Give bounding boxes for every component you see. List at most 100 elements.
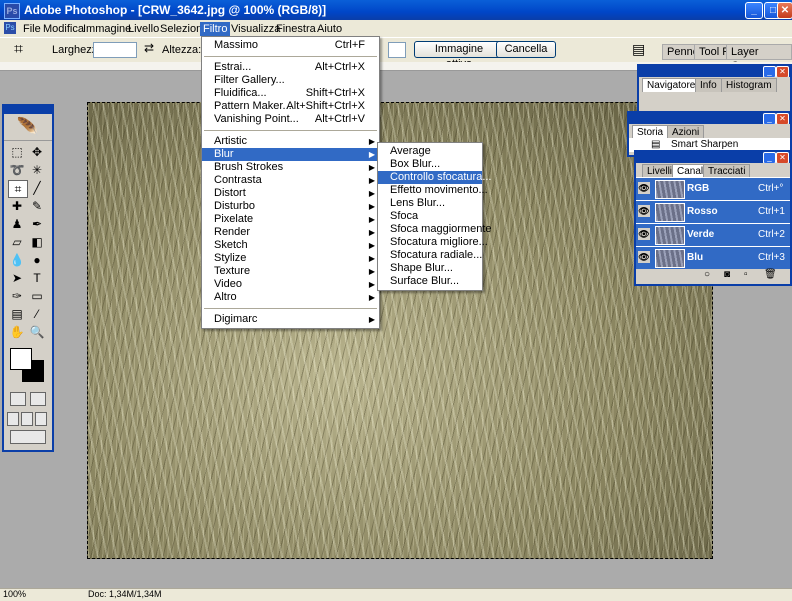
type-tool-icon[interactable]: T xyxy=(28,270,46,286)
tab-info[interactable]: Info xyxy=(695,78,722,92)
menu-item-sketch[interactable]: Sketch ▶ xyxy=(202,239,379,252)
marquee-tool-icon[interactable]: ⬚ xyxy=(8,144,26,160)
trash-icon[interactable]: 🗑 xyxy=(764,269,777,280)
toolbox-titlebar[interactable] xyxy=(4,106,52,114)
menu-item-filter-gallery[interactable]: Filter Gallery... xyxy=(202,74,379,87)
menu-item-blur[interactable]: Blur ▶ xyxy=(202,148,379,161)
menu-item-pixelate[interactable]: Pixelate ▶ xyxy=(202,213,379,226)
menu-item-massimo[interactable]: Massimo Ctrl+F xyxy=(202,39,379,52)
menu-item-surface-blur[interactable]: Surface Blur... xyxy=(378,275,482,288)
document-icon[interactable]: Ps xyxy=(4,22,16,34)
menu-item-effetto-movimento[interactable]: Effetto movimento... xyxy=(378,184,488,197)
standard-mode-icon[interactable] xyxy=(10,392,26,406)
menu-item-disturbo[interactable]: Disturbo ▶ xyxy=(202,200,379,213)
hand-tool-icon[interactable]: ✋ xyxy=(8,324,26,340)
healing-brush-tool-icon[interactable]: ✚ xyxy=(8,198,26,214)
menu-item-sfoca[interactable]: Sfoca xyxy=(378,210,482,223)
crop-tool-icon[interactable]: ⌗ xyxy=(8,180,28,198)
menu-item-box-blur[interactable]: Box Blur... xyxy=(378,158,482,171)
eyedropper-tool-icon[interactable]: ⁄ xyxy=(28,306,46,322)
minimize-button[interactable]: _ xyxy=(745,2,763,19)
menu-finestra[interactable]: Finestra xyxy=(273,22,319,36)
screen-mode-full-icon[interactable] xyxy=(35,412,47,426)
menu-item-estrai[interactable]: Estrai... Alt+Ctrl+X xyxy=(202,61,379,74)
tab-histogram[interactable]: Histogram xyxy=(721,78,777,92)
menu-item-pattern-maker[interactable]: Pattern Maker... Alt+Shift+Ctrl+X xyxy=(202,100,379,113)
screen-mode-full-menu-icon[interactable] xyxy=(21,412,33,426)
menu-item-artistic[interactable]: Artistic ▶ xyxy=(202,135,379,148)
zoom-level[interactable]: 100% xyxy=(3,589,26,599)
menu-item-contrasta[interactable]: Contrasta ▶ xyxy=(202,174,379,187)
palette-titlebar[interactable]: _ ✕ xyxy=(636,152,790,164)
brush-tool-icon[interactable]: ✎ xyxy=(28,198,46,214)
menu-item-digimarc[interactable]: Digimarc ▶ xyxy=(202,313,379,326)
tab-tracciati[interactable]: Tracciati xyxy=(703,164,751,178)
palette-tab-layer-comps[interactable]: Layer Comps xyxy=(726,44,792,72)
load-selection-icon[interactable]: ○ xyxy=(704,269,710,280)
tab-azioni[interactable]: Azioni xyxy=(667,125,705,139)
magic-wand-tool-icon[interactable]: ✳ xyxy=(28,162,46,178)
palette-titlebar[interactable]: _ ✕ xyxy=(629,113,790,125)
menu-filtro[interactable]: Filtro xyxy=(200,22,231,36)
foreground-color-swatch[interactable] xyxy=(10,348,32,370)
zoom-tool-icon[interactable]: 🔍 xyxy=(28,324,46,340)
menu-item-render[interactable]: Render ▶ xyxy=(202,226,379,239)
menu-item-average[interactable]: Average xyxy=(378,145,482,158)
palette-well-icon[interactable]: ▤ xyxy=(632,41,645,58)
channel-name: Verde xyxy=(687,229,715,240)
dodge-tool-icon[interactable]: ● xyxy=(28,252,46,268)
lasso-tool-icon[interactable]: ➰ xyxy=(8,162,26,178)
slice-tool-icon[interactable]: ╱ xyxy=(28,180,46,196)
move-tool-icon[interactable]: ✥ xyxy=(28,144,46,160)
channels-palette: _ ✕ Livelli Canali Tracciati 👁 RGB Ctrl+… xyxy=(634,150,792,286)
tab-navigatore[interactable]: Navigatore xyxy=(642,78,701,92)
front-image-button[interactable]: Immagine attiva xyxy=(414,41,504,70)
new-channel-icon[interactable]: ▫ xyxy=(744,269,748,280)
notes-tool-icon[interactable]: ▤ xyxy=(8,306,26,322)
eye-icon[interactable]: 👁 xyxy=(638,182,650,194)
menu-item-altro[interactable]: Altro ▶ xyxy=(202,291,379,304)
blur-tool-icon[interactable]: 💧 xyxy=(8,252,26,268)
menu-item-vanishing-point[interactable]: Vanishing Point... Alt+Ctrl+V xyxy=(202,113,379,126)
menu-item-controllo-sfocatura[interactable]: Controllo sfocatura... xyxy=(378,171,492,184)
photoshop-app-icon[interactable]: Ps xyxy=(4,3,20,19)
save-selection-icon[interactable]: ◙ xyxy=(724,269,730,280)
imageready-jump-icon[interactable] xyxy=(10,430,46,444)
clear-button[interactable]: Cancella xyxy=(496,41,556,58)
screen-mode-standard-icon[interactable] xyxy=(7,412,19,426)
menu-item-fluidifica[interactable]: Fluidifica... Shift+Ctrl+X xyxy=(202,87,379,100)
eye-icon[interactable]: 👁 xyxy=(638,251,650,263)
menu-item-sfocatura-radiale[interactable]: Sfocatura radiale... xyxy=(378,249,482,262)
eye-icon[interactable]: 👁 xyxy=(638,228,650,240)
menu-item-distort[interactable]: Distort ▶ xyxy=(202,187,379,200)
menu-aiuto[interactable]: Aiuto xyxy=(314,22,345,36)
quick-mask-mode-icon[interactable] xyxy=(30,392,46,406)
menu-item-video[interactable]: Video ▶ xyxy=(202,278,379,291)
menu-item-sfocatura-migliore[interactable]: Sfocatura migliore... xyxy=(378,236,488,249)
path-selection-tool-icon[interactable]: ➤ xyxy=(8,270,26,286)
shape-tool-icon[interactable]: ▭ xyxy=(28,288,46,304)
eye-icon[interactable]: 👁 xyxy=(638,205,650,217)
channel-row-verde[interactable]: 👁 Verde Ctrl+2 xyxy=(636,223,790,246)
tab-storia[interactable]: Storia xyxy=(632,125,669,139)
channel-row-rgb[interactable]: 👁 RGB Ctrl+° xyxy=(636,177,790,200)
menu-item-sfoca-maggiormente[interactable]: Sfoca maggiormente xyxy=(378,223,492,236)
pen-tool-icon[interactable]: ✑ xyxy=(8,288,26,304)
menu-item-stylize[interactable]: Stylize ▶ xyxy=(202,252,379,265)
eraser-tool-icon[interactable]: ▱ xyxy=(8,234,26,250)
channel-row-blu[interactable]: 👁 Blu Ctrl+3 xyxy=(636,246,790,269)
menu-item-texture[interactable]: Texture ▶ xyxy=(202,265,379,278)
width-input[interactable] xyxy=(93,42,137,58)
resolution-units-select[interactable] xyxy=(388,42,406,58)
crop-tool-icon[interactable]: ⌗ xyxy=(14,41,23,59)
channel-row-rosso[interactable]: 👁 Rosso Ctrl+1 xyxy=(636,200,790,223)
gradient-tool-icon[interactable]: ◧ xyxy=(28,234,46,250)
swap-icon[interactable]: ⇄ xyxy=(144,41,154,55)
menu-item-shape-blur[interactable]: Shape Blur... xyxy=(378,262,482,275)
menu-item-brush-strokes[interactable]: Brush Strokes ▶ xyxy=(202,161,379,174)
close-button[interactable]: ✕ xyxy=(777,2,792,19)
clone-stamp-tool-icon[interactable]: ♟ xyxy=(8,216,26,232)
history-brush-tool-icon[interactable]: ✒ xyxy=(28,216,46,232)
palette-titlebar[interactable]: _ ✕ xyxy=(639,66,790,78)
menu-item-lens-blur[interactable]: Lens Blur... xyxy=(378,197,482,210)
